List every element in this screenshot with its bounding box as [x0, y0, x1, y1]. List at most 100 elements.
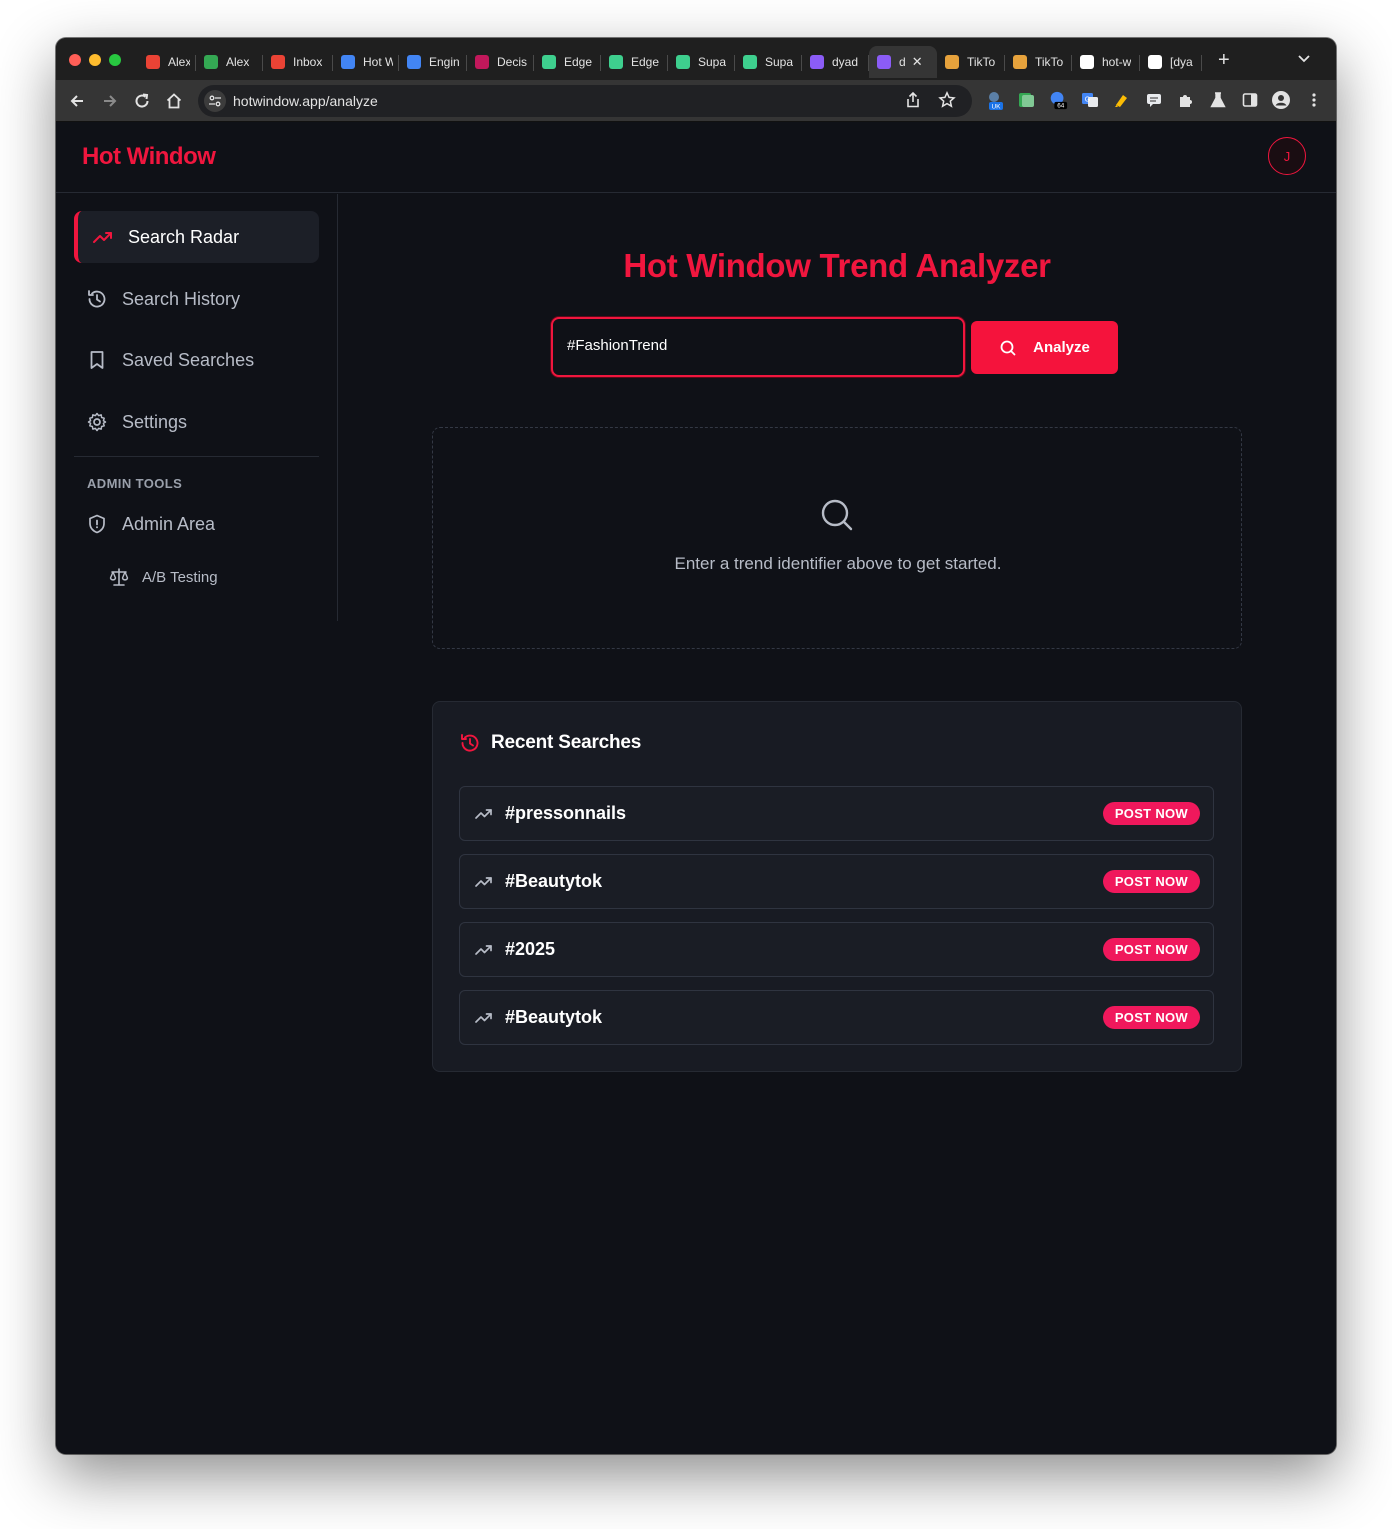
reload-button[interactable]: [131, 90, 153, 112]
recent-search-row[interactable]: #2025 POST NOW: [459, 922, 1214, 977]
empty-state: Enter a trend identifier above to get st…: [432, 427, 1242, 649]
tab-search-chevron-icon[interactable]: [1298, 52, 1310, 66]
sidebar-item-search-history[interactable]: Search History: [74, 273, 319, 325]
address-bar[interactable]: hotwindow.app/analyze: [198, 85, 972, 117]
post-now-badge[interactable]: POST NOW: [1102, 938, 1200, 961]
browser-tab[interactable]: hot-w: [1072, 46, 1140, 78]
close-tab-icon[interactable]: ✕: [912, 54, 923, 70]
browser-tab[interactable]: Supa: [735, 46, 802, 78]
back-arrow-icon: [70, 95, 83, 107]
home-button[interactable]: [163, 90, 185, 112]
browser-tab[interactable]: d ✕: [869, 46, 937, 78]
trending-up-icon: [474, 940, 494, 960]
browser-tab[interactable]: TikTo: [1005, 46, 1072, 78]
sidebar-item-label: Admin Area: [122, 513, 216, 534]
tab-strip: Alex Alex Inbox Hot W Engin Decis Edge Edge Supa…: [56, 38, 1336, 80]
sidebar-item-ab-testing[interactable]: A/B Testing: [108, 566, 218, 588]
sidebar-item-admin-area[interactable]: Admin Area: [74, 498, 319, 550]
extension-uk-icon[interactable]: UK: [984, 90, 1004, 110]
user-avatar[interactable]: J: [1268, 137, 1306, 175]
site-settings-icon[interactable]: [204, 90, 226, 112]
translate-extension-icon[interactable]: G: [1080, 90, 1100, 110]
sidebar-item-saved-searches[interactable]: Saved Searches: [74, 334, 319, 386]
trend-search-field[interactable]: [551, 317, 965, 377]
chat-icon: [204, 55, 218, 69]
shield-icon: [86, 513, 108, 535]
post-now-badge[interactable]: POST NOW: [1102, 802, 1200, 825]
labs-flask-icon[interactable]: [1208, 90, 1228, 110]
post-now-badge[interactable]: POST NOW: [1102, 1006, 1200, 1029]
browser-tab[interactable]: Engin: [399, 46, 467, 78]
browser-tab-title: d: [899, 55, 906, 69]
dyad-icon: [877, 55, 891, 69]
recent-searches-heading: Recent Searches: [459, 732, 641, 754]
app-logo[interactable]: Hot Window: [82, 143, 216, 171]
message-extension-icon[interactable]: [1144, 90, 1164, 110]
scale-icon: [108, 566, 130, 588]
browser-tab-title: Alex: [168, 55, 190, 69]
bolt-icon: [743, 55, 757, 69]
browser-tab[interactable]: Alex: [196, 46, 263, 78]
recent-search-row[interactable]: #pressonnails POST NOW: [459, 786, 1214, 841]
app-header: Hot Window J: [56, 123, 1336, 193]
browser-tab[interactable]: TikTo: [937, 46, 1005, 78]
browser-tab[interactable]: Supa: [668, 46, 735, 78]
browser-tab-title: Alex: [226, 55, 250, 69]
browser-tab[interactable]: [dya: [1140, 46, 1202, 78]
share-icon[interactable]: [904, 91, 922, 114]
gear-icon: [86, 411, 108, 433]
svg-text:G: G: [1085, 97, 1090, 104]
browser-tab-title: dyad: [832, 55, 859, 69]
sidebar-divider: [74, 456, 319, 457]
admin-section-label: ADMIN TOOLS: [87, 476, 183, 491]
sidebar-item-search-radar[interactable]: Search Radar: [74, 211, 319, 263]
extension-uk-badge: UK: [991, 104, 1001, 111]
browser-tab[interactable]: Inbox: [263, 46, 333, 78]
browser-toolbar: hotwindow.app/analyze UK 64 G: [56, 80, 1336, 122]
gmail-icon: [271, 55, 285, 69]
vercel-icon: [1080, 55, 1094, 69]
tiktok-icon: [1013, 55, 1027, 69]
highlighter-extension-icon[interactable]: [1112, 90, 1132, 110]
browser-tab-title: hot-w: [1102, 55, 1132, 69]
search-icon: [820, 498, 854, 537]
recent-search-tag: #Beautytok: [505, 1007, 603, 1027]
recent-search-tag: #Beautytok: [505, 871, 603, 891]
browser-tab[interactable]: Edge: [534, 46, 601, 78]
trending-up-icon: [92, 226, 114, 248]
profile-icon[interactable]: [1271, 90, 1291, 110]
sidebar-item-settings[interactable]: Settings: [74, 396, 319, 448]
maximize-window-button[interactable]: [109, 54, 121, 66]
close-window-button[interactable]: [69, 54, 81, 66]
browser-tab[interactable]: Hot W: [333, 46, 399, 78]
extensions-puzzle-icon[interactable]: [1176, 90, 1196, 110]
recent-search-row[interactable]: #Beautytok POST NOW: [459, 854, 1214, 909]
browser-tab-title: Edge: [631, 55, 660, 69]
extension-notes-icon[interactable]: [1016, 90, 1036, 110]
trending-up-icon: [474, 1008, 494, 1028]
analyze-button-label: Analyze: [1033, 339, 1090, 356]
browser-window: Alex Alex Inbox Hot W Engin Decis Edge Edge Supa…: [56, 38, 1336, 1454]
back-button[interactable]: [66, 90, 88, 112]
history-icon: [86, 288, 108, 310]
bookmark-star-icon[interactable]: [938, 90, 956, 114]
history-icon: [459, 732, 481, 754]
browser-tab[interactable]: Decis: [467, 46, 534, 78]
browser-tab[interactable]: Edge: [601, 46, 668, 78]
post-now-badge[interactable]: POST NOW: [1102, 870, 1200, 893]
browser-tab[interactable]: Alex: [138, 46, 196, 78]
minimize-window-button[interactable]: [89, 54, 101, 66]
browser-tab[interactable]: dyad: [802, 46, 869, 78]
side-panel-icon[interactable]: [1240, 90, 1260, 110]
browser-menu-icon[interactable]: [1304, 90, 1324, 110]
extension-counter-icon[interactable]: 64: [1048, 90, 1068, 110]
analyze-button[interactable]: Analyze: [971, 321, 1118, 374]
recent-search-tag: #2025: [505, 939, 556, 959]
forward-button[interactable]: [99, 90, 121, 112]
bolt-icon: [676, 55, 690, 69]
sidebar-item-label: Search History: [122, 288, 241, 309]
new-tab-button[interactable]: +: [1218, 50, 1230, 70]
trend-search-input[interactable]: [567, 337, 947, 354]
recent-search-row[interactable]: #Beautytok POST NOW: [459, 990, 1214, 1045]
url-text[interactable]: hotwindow.app/analyze: [233, 93, 378, 109]
